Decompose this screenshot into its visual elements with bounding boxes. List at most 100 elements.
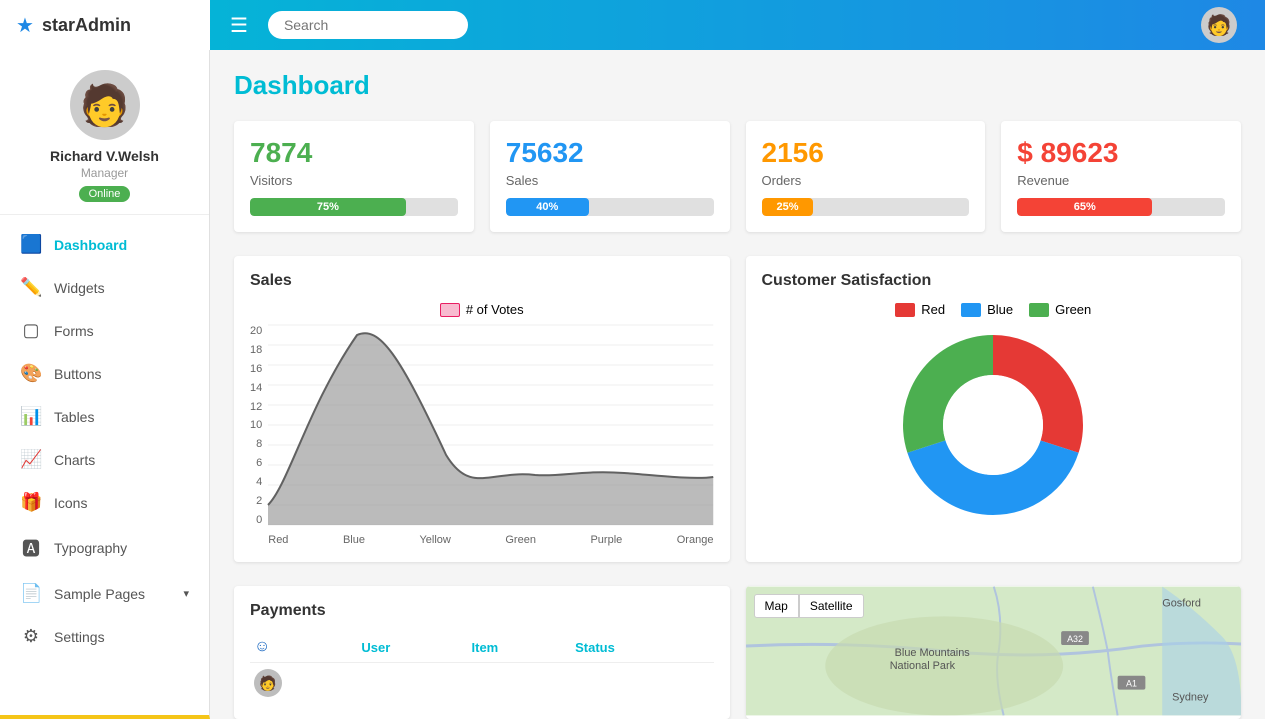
- sales-chart-legend: # of Votes: [250, 302, 714, 317]
- profile-name: Richard V.Welsh: [50, 148, 159, 164]
- satellite-button[interactable]: Satellite: [799, 594, 864, 618]
- col-item: Item: [468, 632, 572, 663]
- sidebar-item-icons[interactable]: 🎁 Icons: [0, 481, 209, 524]
- row-status: [571, 663, 713, 704]
- donut-wrap: [762, 325, 1226, 525]
- forms-icon: ▢: [20, 320, 42, 341]
- sidebar-item-label: Typography: [54, 540, 127, 556]
- map-controls: Map Satellite: [754, 594, 864, 618]
- stat-label-sales: Sales: [506, 173, 714, 188]
- col-user: User: [357, 632, 467, 663]
- sample-pages-icon: 📄: [20, 583, 42, 604]
- svg-text:A32: A32: [1067, 634, 1083, 644]
- profile-role: Manager: [81, 166, 128, 180]
- map-button[interactable]: Map: [754, 594, 799, 618]
- sidebar-item-label: Buttons: [54, 366, 101, 382]
- payments-title: Payments: [250, 602, 714, 620]
- stat-value-visitors: 7874: [250, 137, 458, 169]
- icons-icon: 🎁: [20, 492, 42, 513]
- progress-bar-orders: 25%: [762, 198, 970, 216]
- brand-name: starAdmin: [42, 15, 131, 36]
- sidebar-item-charts[interactable]: 📈 Charts: [0, 438, 209, 481]
- settings-icon: ⚙: [20, 626, 42, 647]
- legend-blue-dot: [961, 303, 981, 317]
- satisfaction-chart-card: Customer Satisfaction Red Blue Green: [746, 256, 1242, 562]
- progress-fill-visitors: 75%: [250, 198, 406, 216]
- sidebar-item-buttons[interactable]: 🎨 Buttons: [0, 352, 209, 395]
- page-title: Dashboard: [234, 70, 1241, 101]
- main-content: Dashboard 7874 Visitors 75% 75632 Sales …: [210, 50, 1265, 719]
- sidebar-nav: 🟦 Dashboard ✏️ Widgets ▢ Forms 🎨 Buttons…: [0, 215, 209, 666]
- sidebar-item-label: Forms: [54, 323, 94, 339]
- navbar: ★ starAdmin ☰ 🧑 ⁢⁢⁢: [0, 0, 1265, 50]
- payments-table-body: 🧑: [250, 663, 714, 704]
- status-badge: Online: [79, 186, 131, 202]
- hamburger-button[interactable]: ☰: [222, 9, 256, 42]
- row-avatar: 🧑: [250, 663, 357, 704]
- legend-blue-label: Blue: [987, 302, 1013, 317]
- stat-card-orders: 2156 Orders 25%: [746, 121, 986, 232]
- navbar-right: 🧑 ⁢⁢⁢: [1201, 7, 1253, 43]
- progress-bar-sales: 40%: [506, 198, 714, 216]
- profile-avatar: 🧑: [70, 70, 140, 140]
- widgets-icon: ✏️: [20, 277, 42, 298]
- chart-area: RedBlueYellowGreenPurpleOrange: [268, 325, 713, 546]
- sidebar-item-dashboard[interactable]: 🟦 Dashboard: [0, 223, 209, 266]
- stat-card-visitors: 7874 Visitors 75%: [234, 121, 474, 232]
- progress-fill-revenue: 65%: [1017, 198, 1152, 216]
- progress-bar-visitors: 75%: [250, 198, 458, 216]
- legend-red-label: Red: [921, 302, 945, 317]
- legend-votes-label: # of Votes: [466, 302, 524, 317]
- sidebar-item-widgets[interactable]: ✏️ Widgets: [0, 266, 209, 309]
- search-input[interactable]: [268, 11, 468, 39]
- col-status: Status: [571, 632, 713, 663]
- stat-label-orders: Orders: [762, 173, 970, 188]
- sidebar-profile: 🧑 Richard V.Welsh Manager Online: [0, 50, 209, 215]
- svg-text:Blue Mountains: Blue Mountains: [894, 647, 970, 659]
- sales-svg: [268, 325, 713, 525]
- table-row: 🧑: [250, 663, 714, 704]
- expand-arrow: ▾: [183, 587, 189, 600]
- main-layout: 🧑 Richard V.Welsh Manager Online 🟦 Dashb…: [0, 50, 1265, 719]
- sidebar-item-forms[interactable]: ▢ Forms: [0, 309, 209, 352]
- charts-icon: 📈: [20, 449, 42, 470]
- svg-text:Sydney: Sydney: [1172, 692, 1209, 704]
- svg-text:Gosford: Gosford: [1162, 597, 1201, 609]
- row-item: [468, 663, 572, 704]
- row-user: [357, 663, 467, 704]
- sales-chart-title: Sales: [250, 272, 714, 290]
- col-icon: ☺: [250, 632, 357, 663]
- sidebar-item-label: Tables: [54, 409, 94, 425]
- typography-icon: 🅰: [20, 535, 42, 561]
- sidebar-item-settings[interactable]: ⚙ Settings: [0, 615, 209, 658]
- buttons-icon: 🎨: [20, 363, 42, 384]
- payments-table-head: ☺ User Item Status: [250, 632, 714, 663]
- progress-fill-sales: 40%: [506, 198, 589, 216]
- stats-row: 7874 Visitors 75% 75632 Sales 40% 2156 O…: [234, 121, 1241, 232]
- sidebar-item-sample-pages[interactable]: 📄 Sample Pages ▾: [0, 572, 209, 615]
- avatar[interactable]: 🧑: [1201, 7, 1237, 43]
- satisfaction-chart-title: Customer Satisfaction: [762, 272, 1226, 290]
- sidebar-item-label: Icons: [54, 495, 87, 511]
- x-labels: RedBlueYellowGreenPurpleOrange: [268, 530, 713, 546]
- payments-card: Payments ☺ User Item Status: [234, 586, 730, 719]
- user-icon: ☺: [254, 638, 270, 655]
- progress-fill-orders: 25%: [762, 198, 814, 216]
- stat-label-revenue: Revenue: [1017, 173, 1225, 188]
- sidebar-item-typography[interactable]: 🅰 Typography: [0, 524, 209, 572]
- star-icon: ★: [16, 13, 34, 38]
- sidebar-item-tables[interactable]: 📊 Tables: [0, 395, 209, 438]
- sidebar-item-label: Charts: [54, 452, 95, 468]
- sidebar: 🧑 Richard V.Welsh Manager Online 🟦 Dashb…: [0, 50, 210, 719]
- brand-logo: ★ starAdmin: [0, 0, 210, 50]
- charts-row: Sales # of Votes 2018161412 1086420: [234, 256, 1241, 562]
- y-axis: 2018161412 1086420: [250, 325, 268, 546]
- donut-svg: [893, 325, 1093, 525]
- legend-red-dot: [895, 303, 915, 317]
- legend-green-dot: [1029, 303, 1049, 317]
- bottom-row: Payments ☺ User Item Status: [234, 586, 1241, 719]
- legend-votes: # of Votes: [440, 302, 524, 317]
- stat-value-sales: 75632: [506, 137, 714, 169]
- legend-red: Red: [895, 302, 945, 317]
- legend-green: Green: [1029, 302, 1091, 317]
